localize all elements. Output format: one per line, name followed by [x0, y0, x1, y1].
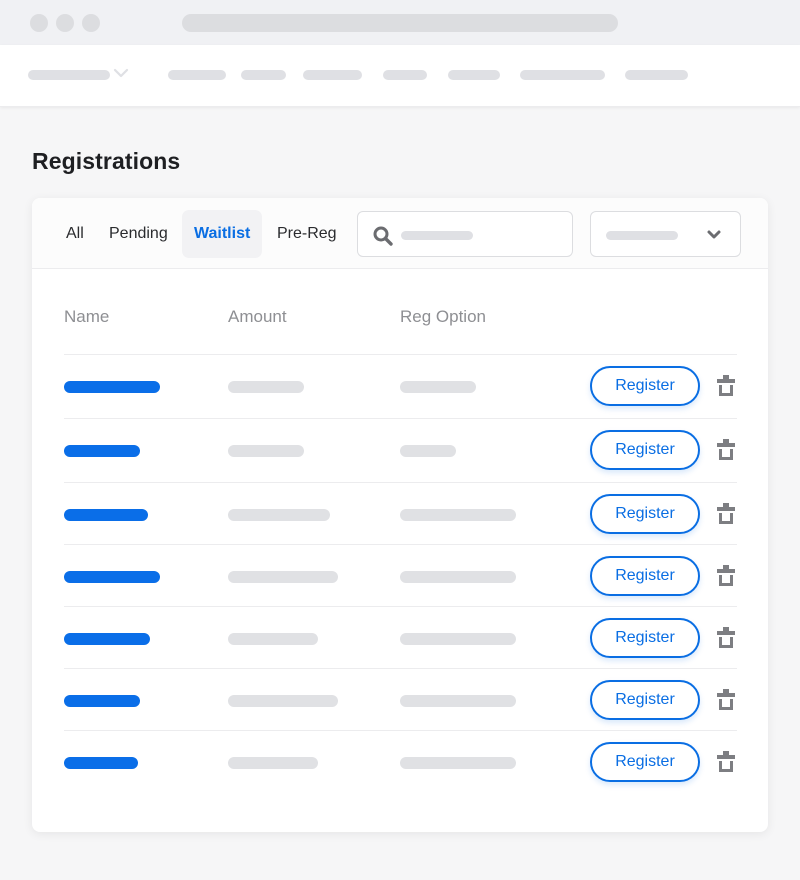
chevron-down-icon — [707, 230, 721, 239]
column-header-reg-option[interactable]: Reg Option — [400, 307, 486, 327]
address-bar[interactable] — [182, 14, 618, 32]
reg-option-value — [400, 571, 516, 583]
register-button[interactable]: Register — [590, 680, 700, 720]
trash-icon[interactable] — [716, 564, 736, 588]
window-close-button[interactable] — [30, 14, 48, 32]
table-row: Register — [64, 544, 737, 606]
trash-icon[interactable] — [716, 374, 736, 398]
reg-option-value — [400, 757, 516, 769]
filter-toolbar: All Pending Waitlist Pre-Reg — [32, 198, 768, 269]
table-row: Register — [64, 482, 737, 544]
registrant-name-link[interactable] — [64, 757, 138, 769]
column-header-amount[interactable]: Amount — [228, 307, 287, 327]
nav-item[interactable] — [168, 70, 226, 80]
registrant-name-link[interactable] — [64, 695, 140, 707]
register-button[interactable]: Register — [590, 556, 700, 596]
tab-waitlist[interactable]: Waitlist — [182, 210, 263, 258]
window-maximize-button[interactable] — [82, 14, 100, 32]
amount-value — [228, 509, 330, 521]
column-header-name[interactable]: Name — [64, 307, 109, 327]
nav-item[interactable] — [520, 70, 605, 80]
table-row: Register — [64, 354, 737, 416]
table-row: Register — [64, 668, 737, 730]
registrant-name-link[interactable] — [64, 633, 150, 645]
nav-item[interactable] — [241, 70, 286, 80]
trash-icon[interactable] — [716, 688, 736, 712]
amount-value — [228, 571, 338, 583]
register-button[interactable]: Register — [590, 494, 700, 534]
search-input[interactable] — [357, 211, 573, 257]
tab-all[interactable]: All — [54, 210, 96, 258]
search-placeholder — [401, 231, 473, 240]
window-minimize-button[interactable] — [56, 14, 74, 32]
tab-pending[interactable]: Pending — [97, 210, 180, 258]
reg-option-value — [400, 695, 516, 707]
browser-titlebar — [0, 0, 800, 45]
registrations-card: All Pending Waitlist Pre-Reg Name Amount… — [32, 198, 768, 832]
table-row: Register — [64, 606, 737, 668]
register-button[interactable]: Register — [590, 742, 700, 782]
account-selector[interactable] — [28, 70, 110, 80]
amount-value — [228, 445, 304, 457]
amount-value — [228, 381, 304, 393]
table-row: Register — [64, 418, 737, 480]
table-row: Register — [64, 730, 737, 792]
amount-value — [228, 695, 338, 707]
tab-pre-reg[interactable]: Pre-Reg — [265, 210, 349, 258]
register-button[interactable]: Register — [590, 618, 700, 658]
dropdown-selected-value — [606, 231, 678, 240]
nav-item[interactable] — [383, 70, 427, 80]
reg-option-value — [400, 445, 456, 457]
reg-option-value — [400, 509, 516, 521]
register-button[interactable]: Register — [590, 430, 700, 470]
search-icon — [373, 226, 393, 246]
amount-value — [228, 757, 318, 769]
top-navbar — [0, 45, 800, 107]
page-title: Registrations — [32, 148, 181, 174]
registrant-name-link[interactable] — [64, 445, 140, 457]
nav-item[interactable] — [448, 70, 500, 80]
amount-value — [228, 633, 318, 645]
trash-icon[interactable] — [716, 438, 736, 462]
registrant-name-link[interactable] — [64, 571, 160, 583]
register-button[interactable]: Register — [590, 366, 700, 406]
registrant-name-link[interactable] — [64, 509, 148, 521]
trash-icon[interactable] — [716, 750, 736, 774]
chevron-down-icon[interactable] — [113, 67, 129, 79]
trash-icon[interactable] — [716, 626, 736, 650]
filter-dropdown[interactable] — [590, 211, 741, 257]
trash-icon[interactable] — [716, 502, 736, 526]
registrant-name-link[interactable] — [64, 381, 160, 393]
reg-option-value — [400, 633, 516, 645]
reg-option-value — [400, 381, 476, 393]
nav-item[interactable] — [625, 70, 688, 80]
nav-item[interactable] — [303, 70, 362, 80]
